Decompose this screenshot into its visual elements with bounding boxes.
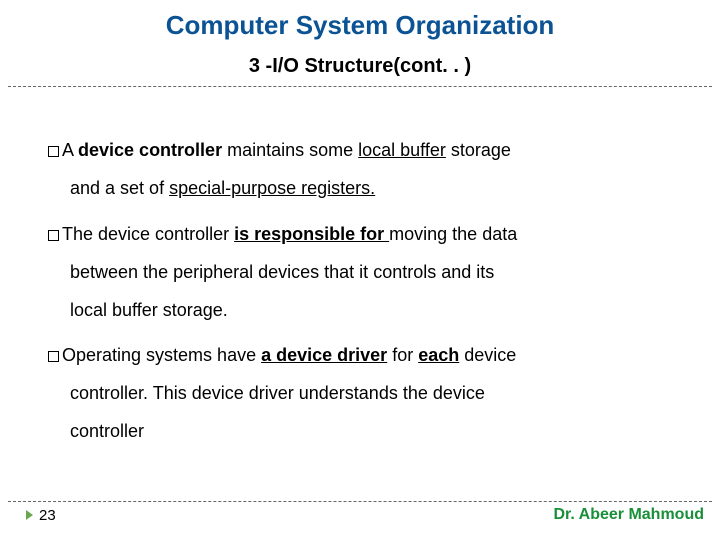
text: storage: [446, 140, 511, 160]
slide-subtitle: 3 -I/O Structure(cont. . ): [0, 55, 720, 78]
slide-title: Computer System Organization: [0, 0, 720, 41]
bullet-marker-icon: [48, 230, 59, 241]
triangle-icon: [26, 510, 33, 520]
slide-footer: 23 Dr. Abeer Mahmoud: [8, 501, 712, 524]
text: Operating systems have: [62, 345, 261, 365]
bullet-1: A device controller maintains some local…: [48, 137, 682, 203]
bullet-3: Operating systems have a device driver f…: [48, 342, 682, 446]
text-bold-underline: is responsible for: [234, 224, 389, 244]
text: device: [459, 345, 516, 365]
text: for: [387, 345, 418, 365]
text: A: [62, 140, 78, 160]
text: local buffer storage.: [48, 297, 682, 325]
text: and a set of: [70, 178, 169, 198]
text: controller. This device driver understan…: [48, 380, 682, 408]
text: between the peripheral devices that it c…: [48, 259, 682, 287]
slide-body: A device controller maintains some local…: [0, 87, 720, 446]
page-number: 23: [26, 507, 56, 524]
page-number-value: 23: [39, 507, 56, 524]
text: moving the data: [389, 224, 517, 244]
bullet-2: The device controller is responsible for…: [48, 221, 682, 325]
bullet-marker-icon: [48, 146, 59, 157]
text: maintains some: [222, 140, 358, 160]
text-bold-underline: a device driver: [261, 345, 387, 365]
text-bold: device controller: [78, 140, 222, 160]
text-bold-underline: each: [418, 345, 459, 365]
text-underline: special-purpose registers.: [169, 178, 375, 198]
text: controller: [48, 418, 682, 446]
bullet-marker-icon: [48, 351, 59, 362]
author-name: Dr. Abeer Mahmoud: [553, 506, 704, 524]
text-underline: local buffer: [358, 140, 446, 160]
text: The device controller: [62, 224, 234, 244]
